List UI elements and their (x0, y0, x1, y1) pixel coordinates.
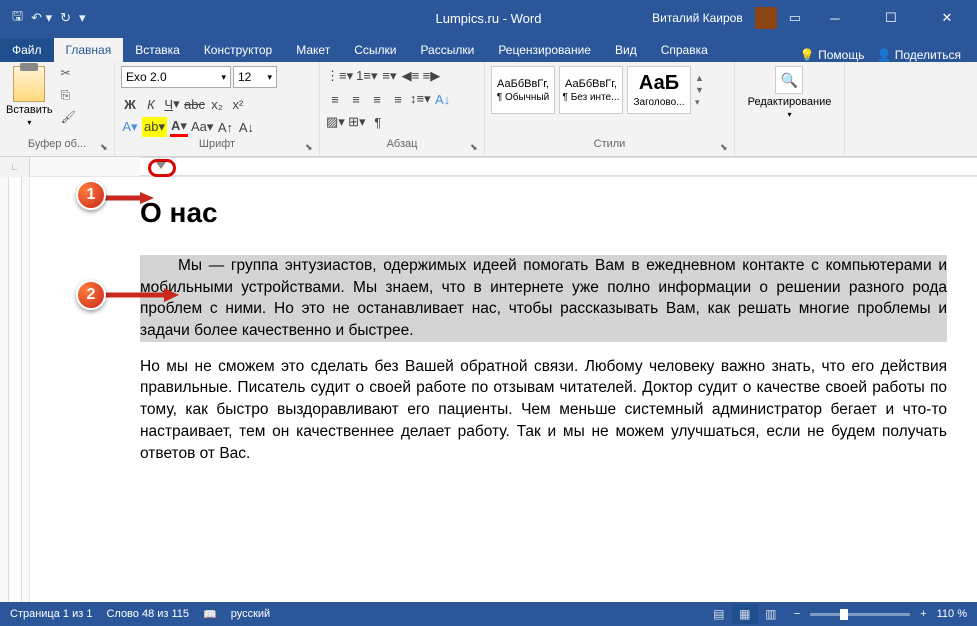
paragraph-selected[interactable]: Мы — группа энтузиастов, одержимых идеей… (140, 255, 947, 342)
shading-button[interactable]: ▨▾ (326, 112, 345, 132)
strikethrough-button[interactable]: abc (184, 94, 205, 114)
align-left-button[interactable]: ≡ (326, 89, 344, 109)
tab-references[interactable]: Ссылки (342, 38, 408, 62)
borders-button[interactable]: ⊞▾ (348, 112, 366, 132)
increase-indent-button[interactable]: ≡▶ (422, 66, 440, 86)
paste-icon (13, 66, 45, 102)
titlebar: 🖫 ↶ ▾ ↻ ▾ Lumpics.ru - Word Виталий Каир… (0, 0, 977, 36)
minimize-button[interactable]: ─ (813, 0, 857, 36)
multilevel-button[interactable]: ≡▾ (380, 66, 398, 86)
group-styles-label: Стили (491, 138, 728, 152)
styles-launcher[interactable]: ⬊ (720, 142, 732, 154)
cut-icon[interactable]: ✂ (61, 66, 81, 84)
tab-selector[interactable]: ∟ (0, 157, 30, 177)
text-effects-button[interactable]: A▾ (121, 117, 139, 137)
bold-button[interactable]: Ж (121, 94, 139, 114)
tab-home[interactable]: Главная (54, 38, 124, 62)
font-color-button[interactable]: A▾ (170, 117, 188, 137)
style-nospacing[interactable]: АаБбВвГг, ¶ Без инте... (559, 66, 623, 114)
style-normal[interactable]: АаБбВвГг, ¶ Обычный (491, 66, 555, 114)
font-size-select[interactable]: 12▾ (233, 66, 277, 88)
callout-2: 2 (76, 280, 106, 310)
zoom-out[interactable]: − (794, 608, 800, 620)
find-icon[interactable]: 🔍 (775, 66, 803, 94)
ribbon-options-icon[interactable]: ▭ (789, 10, 801, 26)
change-case-button[interactable]: Aa▾ (191, 117, 213, 137)
spellcheck-icon[interactable]: 📖 (203, 608, 217, 621)
show-marks-button[interactable]: ¶ (369, 112, 387, 132)
zoom-in[interactable]: + (920, 608, 926, 620)
ribbon: Вставить ▾ ✂ ⎘ 🖌 Буфер об... ⬊ Exo 2.0▾ … (0, 62, 977, 157)
italic-button[interactable]: К (142, 94, 160, 114)
ribbon-tabs: Файл Главная Вставка Конструктор Макет С… (0, 36, 977, 62)
tab-review[interactable]: Рецензирование (486, 38, 603, 62)
justify-button[interactable]: ≡ (389, 89, 407, 109)
group-font-label: Шрифт (121, 138, 313, 152)
decrease-indent-button[interactable]: ◀≡ (401, 66, 419, 86)
zoom-level[interactable]: 110 % (937, 608, 967, 620)
tab-layout[interactable]: Макет (284, 38, 342, 62)
language[interactable]: русский (231, 608, 270, 620)
tab-file[interactable]: Файл (0, 38, 54, 62)
align-right-button[interactable]: ≡ (368, 89, 386, 109)
bullets-button[interactable]: ⋮≡▾ (326, 66, 353, 86)
subscript-button[interactable]: x₂ (208, 94, 226, 114)
tab-insert[interactable]: Вставка (123, 38, 192, 62)
paste-button[interactable]: Вставить ▾ (6, 66, 53, 127)
view-print[interactable]: ▦ (732, 604, 758, 624)
paragraph[interactable]: Но мы не сможем это сделать без Вашей об… (140, 356, 947, 464)
font-name-select[interactable]: Exo 2.0▾ (121, 66, 231, 88)
tab-help[interactable]: Справка (649, 38, 720, 62)
align-center-button[interactable]: ≡ (347, 89, 365, 109)
format-painter-icon[interactable]: 🖌 (61, 110, 81, 128)
highlight-button[interactable]: ab▾ (142, 117, 167, 137)
tab-view[interactable]: Вид (603, 38, 649, 62)
sort-button[interactable]: A↓ (434, 89, 452, 109)
horizontal-ruler[interactable]: ∟ (0, 157, 977, 177)
heading[interactable]: О нас (140, 197, 947, 229)
clipboard-launcher[interactable]: ⬊ (100, 142, 112, 154)
zoom-slider[interactable] (810, 613, 910, 616)
styles-more[interactable]: ▾ (695, 97, 704, 108)
undo-icon[interactable]: ↶ ▾ (31, 10, 52, 26)
style-heading[interactable]: АаБ Заголово... (627, 66, 691, 114)
shrink-font-button[interactable]: A↓ (237, 117, 255, 137)
group-paragraph-label: Абзац (326, 138, 478, 152)
line-spacing-button[interactable]: ↕≡▾ (410, 89, 431, 109)
callout-1: 1 (76, 180, 106, 210)
user-name[interactable]: Виталий Каиров (652, 11, 743, 25)
statusbar: Страница 1 из 1 Слово 48 из 115 📖 русски… (0, 602, 977, 626)
avatar[interactable] (755, 7, 777, 29)
save-icon[interactable]: 🖫 (12, 7, 23, 29)
page-count[interactable]: Страница 1 из 1 (10, 608, 92, 620)
styles-down[interactable]: ▼ (695, 85, 704, 95)
tab-mailings[interactable]: Рассылки (408, 38, 486, 62)
tell-me[interactable]: 💡 Помощь (800, 48, 865, 62)
numbering-button[interactable]: 1≡▾ (356, 66, 377, 86)
view-read[interactable]: ▤ (706, 604, 732, 624)
font-launcher[interactable]: ⬊ (305, 142, 317, 154)
styles-up[interactable]: ▲ (695, 73, 704, 83)
copy-icon[interactable]: ⎘ (61, 88, 81, 106)
document-body[interactable]: О нас Мы — группа энтузиастов, одержимых… (30, 177, 977, 602)
tab-design[interactable]: Конструктор (192, 38, 284, 62)
first-line-indent-marker[interactable] (156, 162, 166, 169)
vertical-ruler[interactable] (0, 177, 30, 602)
group-clipboard-label: Буфер об... (6, 138, 108, 152)
grow-font-button[interactable]: A↑ (216, 117, 234, 137)
redo-icon[interactable]: ↻ (60, 10, 71, 26)
qat-dropdown-icon[interactable]: ▾ (79, 10, 86, 26)
superscript-button[interactable]: x² (229, 94, 247, 114)
maximize-button[interactable]: ☐ (869, 0, 913, 36)
underline-button[interactable]: Ч▾ (163, 94, 181, 114)
share-button[interactable]: 👤 Поделиться (876, 48, 961, 62)
word-count[interactable]: Слово 48 из 115 (106, 608, 189, 620)
view-web[interactable]: ▥ (758, 604, 784, 624)
window-title: Lumpics.ru - Word (436, 11, 542, 26)
paragraph-launcher[interactable]: ⬊ (470, 142, 482, 154)
close-button[interactable]: ✕ (925, 0, 969, 36)
editing-button[interactable]: Редактирование (748, 96, 832, 108)
